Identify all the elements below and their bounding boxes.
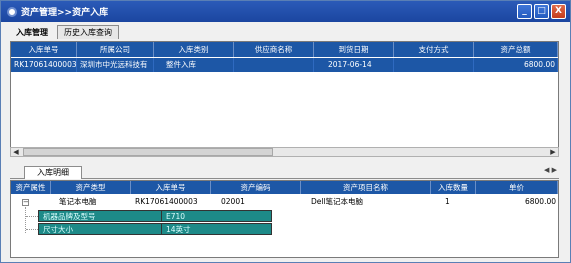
cell-asset-code: 02001: [221, 197, 245, 206]
scrollbar-thumb[interactable]: [23, 148, 273, 156]
cell-category: 整件入库: [154, 58, 234, 72]
cell-asset-attribute: [11, 196, 51, 208]
cell-asset-name: Dell笔记本电脑: [311, 197, 364, 206]
column-header[interactable]: 入库单号: [131, 181, 211, 194]
receipt-grid: 入库单号 所属公司 入库类别 供应商名称 到货日期 支付方式 资产总额 RK17…: [10, 41, 559, 151]
main-tabs: 入库管理 历史入库查询: [9, 25, 121, 39]
property-value[interactable]: E710: [162, 210, 272, 222]
property-value[interactable]: 14英寸: [162, 223, 272, 235]
cell-supplier: [234, 58, 314, 72]
column-header[interactable]: 所属公司: [77, 42, 154, 57]
cell-asset-type: 笔记本电脑: [59, 197, 97, 206]
property-table: 机器品牌及型号 E710 尺寸大小 14英寸: [38, 210, 272, 236]
close-button[interactable]: X: [551, 4, 566, 19]
tab-receipt-detail[interactable]: 入库明细: [24, 166, 82, 179]
window-controls: _ □ X: [517, 4, 566, 19]
title-bar[interactable]: 资产管理>>资产入库 _ □ X: [1, 1, 570, 22]
cell-unit-price: 6800.00: [524, 197, 556, 206]
tab-nav-arrows-icon[interactable]: ◀ ▶: [544, 166, 557, 174]
collapse-icon[interactable]: −: [22, 199, 29, 206]
cell-receipt-no: RK17061400003: [135, 197, 198, 206]
property-key: 机器品牌及型号: [38, 210, 162, 222]
window-title: 资产管理>>资产入库: [21, 8, 109, 18]
receipt-grid-header: 入库单号 所属公司 入库类别 供应商名称 到货日期 支付方式 资产总额: [11, 42, 558, 57]
column-header[interactable]: 资产编码: [211, 181, 301, 194]
cell-total: 6800.00: [474, 58, 558, 72]
horizontal-scrollbar[interactable]: ◀ ▶: [10, 147, 559, 157]
property-row[interactable]: 尺寸大小 14英寸: [38, 223, 272, 235]
table-row[interactable]: 笔记本电脑 RK17061400003 02001 Dell笔记本电脑 1 68…: [11, 196, 558, 208]
column-header[interactable]: 供应商名称: [234, 42, 314, 57]
cell-receipt-no: RK17061400003: [11, 58, 77, 72]
column-header[interactable]: 资产属性: [11, 181, 51, 194]
tree-line: [26, 229, 38, 230]
detail-grid-header: 资产属性 资产类型 入库单号 资产编码 资产项目名称 入库数量 单价: [11, 181, 558, 194]
column-header[interactable]: 单价: [476, 181, 558, 194]
scroll-right-icon[interactable]: ▶: [548, 148, 558, 156]
table-row[interactable]: RK17061400003 深圳市中光远科技有 整件入库 2017-06-14 …: [11, 58, 558, 72]
scroll-left-icon[interactable]: ◀: [11, 148, 21, 156]
app-icon: [7, 6, 17, 17]
column-header[interactable]: 支付方式: [394, 42, 474, 57]
tab-receipt-management[interactable]: 入库管理: [9, 25, 55, 39]
column-header[interactable]: 到货日期: [314, 42, 394, 57]
maximize-button[interactable]: □: [534, 4, 549, 19]
column-header[interactable]: 入库单号: [11, 42, 77, 57]
column-header[interactable]: 资产项目名称: [301, 181, 431, 194]
detail-grid: 资产属性 资产类型 入库单号 资产编码 资产项目名称 入库数量 单价 笔记本电脑…: [10, 180, 559, 258]
column-header[interactable]: 入库类别: [154, 42, 234, 57]
column-header[interactable]: 资产类型: [51, 181, 131, 194]
property-row[interactable]: 机器品牌及型号 E710: [38, 210, 272, 222]
column-header[interactable]: 入库数量: [431, 181, 476, 194]
app-window: 资产管理>>资产入库 _ □ X 入库管理 历史入库查询 入库单号 所属公司 入…: [0, 0, 571, 263]
property-key: 尺寸大小: [38, 223, 162, 235]
cell-arrival-date: 2017-06-14: [314, 58, 394, 72]
minimize-button[interactable]: _: [517, 4, 532, 19]
cell-quantity: 1: [445, 197, 450, 206]
detail-tab-strip: 入库明细 ◀ ▶: [10, 166, 559, 179]
tree-line: [26, 216, 38, 217]
cell-payment: [394, 58, 474, 72]
cell-company: 深圳市中光远科技有: [77, 58, 154, 72]
tab-history-query[interactable]: 历史入库查询: [57, 25, 119, 39]
column-header[interactable]: 资产总额: [474, 42, 558, 57]
